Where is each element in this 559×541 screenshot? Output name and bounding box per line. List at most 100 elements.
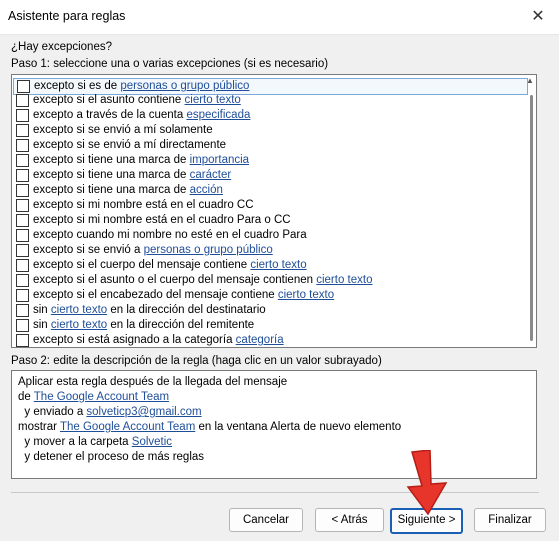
text-segment: en la dirección del destinatario — [107, 304, 266, 316]
value-link[interactable]: The Google Account Team — [60, 421, 195, 433]
text-segment: excepto si el asunto o el cuerpo del men… — [33, 274, 317, 286]
scrollbar[interactable] — [530, 89, 534, 347]
exception-checkbox[interactable] — [16, 319, 29, 332]
text-segment: sin — [33, 304, 51, 316]
exception-checkbox[interactable] — [17, 80, 30, 93]
text-segment: de — [18, 391, 34, 403]
exception-checkbox[interactable] — [16, 184, 29, 197]
exception-row[interactable]: excepto si está asignado a la categoría … — [13, 333, 524, 347]
exception-checkbox[interactable] — [16, 274, 29, 287]
exceptions-question: ¿Hay excepciones? — [11, 41, 112, 53]
exception-checkbox[interactable] — [16, 124, 29, 137]
text-segment: excepto si tiene una marca de — [33, 154, 190, 166]
text-segment: excepto a través de la cuenta — [33, 109, 187, 121]
text-segment: excepto si tiene una marca de — [33, 184, 190, 196]
value-link[interactable]: carácter — [190, 169, 232, 181]
exception-row[interactable]: excepto si mi nombre está en el cuadro C… — [13, 198, 524, 213]
text-segment: excepto si es de — [34, 80, 121, 92]
exception-label: excepto si es de personas o grupo públic… — [34, 79, 249, 94]
exception-label: excepto si tiene una marca de acción — [33, 183, 223, 198]
exception-label: excepto si tiene una marca de importanci… — [33, 153, 249, 168]
exception-checkbox[interactable] — [16, 154, 29, 167]
exception-row[interactable]: excepto a través de la cuenta especifica… — [13, 108, 524, 123]
title-bar: Asistente para reglas ✕ — [0, 0, 559, 35]
exception-row[interactable]: excepto cuando mi nombre no esté en el c… — [13, 228, 524, 243]
exception-row[interactable]: sin cierto texto en la dirección del des… — [13, 303, 524, 318]
step2-label: Paso 2: edite la descripción de la regla… — [11, 355, 382, 367]
text-segment: excepto si tiene una marca de — [33, 169, 190, 181]
value-link[interactable]: importancia — [190, 154, 249, 166]
value-link[interactable]: personas o grupo público — [120, 80, 249, 92]
exception-row[interactable]: sin cierto texto en la dirección del rem… — [13, 318, 524, 333]
exception-checkbox[interactable] — [16, 334, 29, 347]
rule-description: Aplicar esta regla después de la llegada… — [11, 370, 537, 479]
value-link[interactable]: Solvetic — [132, 436, 172, 448]
exception-row[interactable]: excepto si tiene una marca de importanci… — [13, 153, 524, 168]
description-line: de The Google Account Team — [18, 391, 169, 403]
value-link[interactable]: cierto texto — [278, 289, 334, 301]
exception-row[interactable]: excepto si el asunto o el cuerpo del men… — [13, 273, 524, 288]
exception-row[interactable]: excepto si tiene una marca de acción — [13, 183, 524, 198]
exception-label: excepto si tiene una marca de carácter — [33, 168, 231, 183]
exception-row[interactable]: excepto si tiene una marca de carácter — [13, 168, 524, 183]
exception-checkbox[interactable] — [16, 259, 29, 272]
cancel-button[interactable]: Cancelar — [229, 508, 303, 532]
exception-label: excepto si mi nombre está en el cuadro P… — [33, 213, 291, 228]
exception-checkbox[interactable] — [16, 214, 29, 227]
value-link[interactable]: cierto texto — [51, 319, 107, 331]
exception-row[interactable]: excepto si se envió a mí solamente — [13, 123, 524, 138]
text-segment: excepto si está asignado a la categoría — [33, 334, 236, 346]
value-link[interactable]: especificada — [186, 109, 250, 121]
exception-row[interactable]: excepto si se envió a mí directamente — [13, 138, 524, 153]
value-link[interactable]: categoría — [236, 334, 284, 346]
exception-checkbox[interactable] — [16, 94, 29, 107]
exception-checkbox[interactable] — [16, 109, 29, 122]
exception-row[interactable]: excepto si se envió a personas o grupo p… — [13, 243, 524, 258]
exception-label: excepto si el asunto o el cuerpo del men… — [33, 273, 372, 288]
back-button[interactable]: < Atrás — [315, 508, 384, 532]
exception-label: excepto si el asunto contiene cierto tex… — [33, 93, 241, 108]
exception-checkbox[interactable] — [16, 139, 29, 152]
finish-button[interactable]: Finalizar — [474, 508, 546, 532]
text-segment: en la ventana Alerta de nuevo elemento — [195, 421, 402, 433]
exception-label: sin cierto texto en la dirección del des… — [33, 303, 266, 318]
exception-checkbox[interactable] — [16, 289, 29, 302]
value-link[interactable]: solveticp3@gmail.com — [86, 406, 201, 418]
value-link[interactable]: acción — [190, 184, 223, 196]
exception-checkbox[interactable] — [16, 199, 29, 212]
text-segment: excepto si mi nombre está en el cuadro C… — [33, 199, 254, 211]
value-link[interactable]: personas o grupo público — [144, 244, 273, 256]
text-segment: excepto si el encabezado del mensaje con… — [33, 289, 278, 301]
close-icon[interactable]: ✕ — [523, 4, 553, 30]
step1-label: Paso 1: seleccione una o varias excepcio… — [11, 58, 329, 70]
text-segment: excepto si se envió a — [33, 244, 144, 256]
window-title: Asistente para reglas — [8, 9, 126, 23]
value-link[interactable]: cierto texto — [51, 304, 107, 316]
exception-label: excepto si el cuerpo del mensaje contien… — [33, 258, 307, 273]
text-segment: en la dirección del remitente — [107, 319, 255, 331]
exceptions-list[interactable]: ▲ excepto si es de personas o grupo públ… — [11, 74, 537, 348]
exception-checkbox[interactable] — [16, 304, 29, 317]
exception-label: excepto si se envió a mí solamente — [33, 123, 213, 138]
value-link[interactable]: cierto texto — [185, 94, 241, 106]
text-segment: excepto si el cuerpo del mensaje contien… — [33, 259, 251, 271]
pointer-arrow-icon — [406, 450, 448, 516]
exception-row[interactable]: excepto si el cuerpo del mensaje contien… — [13, 258, 524, 273]
exception-checkbox[interactable] — [16, 244, 29, 257]
text-segment: y mover a la carpeta — [18, 436, 132, 448]
value-link[interactable]: The Google Account Team — [34, 391, 169, 403]
exception-label: sin cierto texto en la dirección del rem… — [33, 318, 254, 333]
value-link[interactable]: cierto texto — [250, 259, 306, 271]
text-segment: excepto cuando mi nombre no esté en el c… — [33, 229, 307, 241]
exception-row[interactable]: excepto si el encabezado del mensaje con… — [13, 288, 524, 303]
value-link[interactable]: cierto texto — [316, 274, 372, 286]
description-line: Aplicar esta regla después de la llegada… — [18, 376, 287, 388]
exception-checkbox[interactable] — [16, 229, 29, 242]
scrollbar-thumb[interactable] — [530, 95, 533, 341]
exception-row[interactable]: excepto si mi nombre está en el cuadro P… — [13, 213, 524, 228]
exception-checkbox[interactable] — [16, 169, 29, 182]
description-line: y enviado a solveticp3@gmail.com — [18, 406, 201, 418]
description-line: y detener el proceso de más reglas — [18, 451, 204, 463]
exception-row[interactable]: excepto si el asunto contiene cierto tex… — [13, 93, 524, 108]
exception-label: excepto si se envió a mí directamente — [33, 138, 226, 153]
